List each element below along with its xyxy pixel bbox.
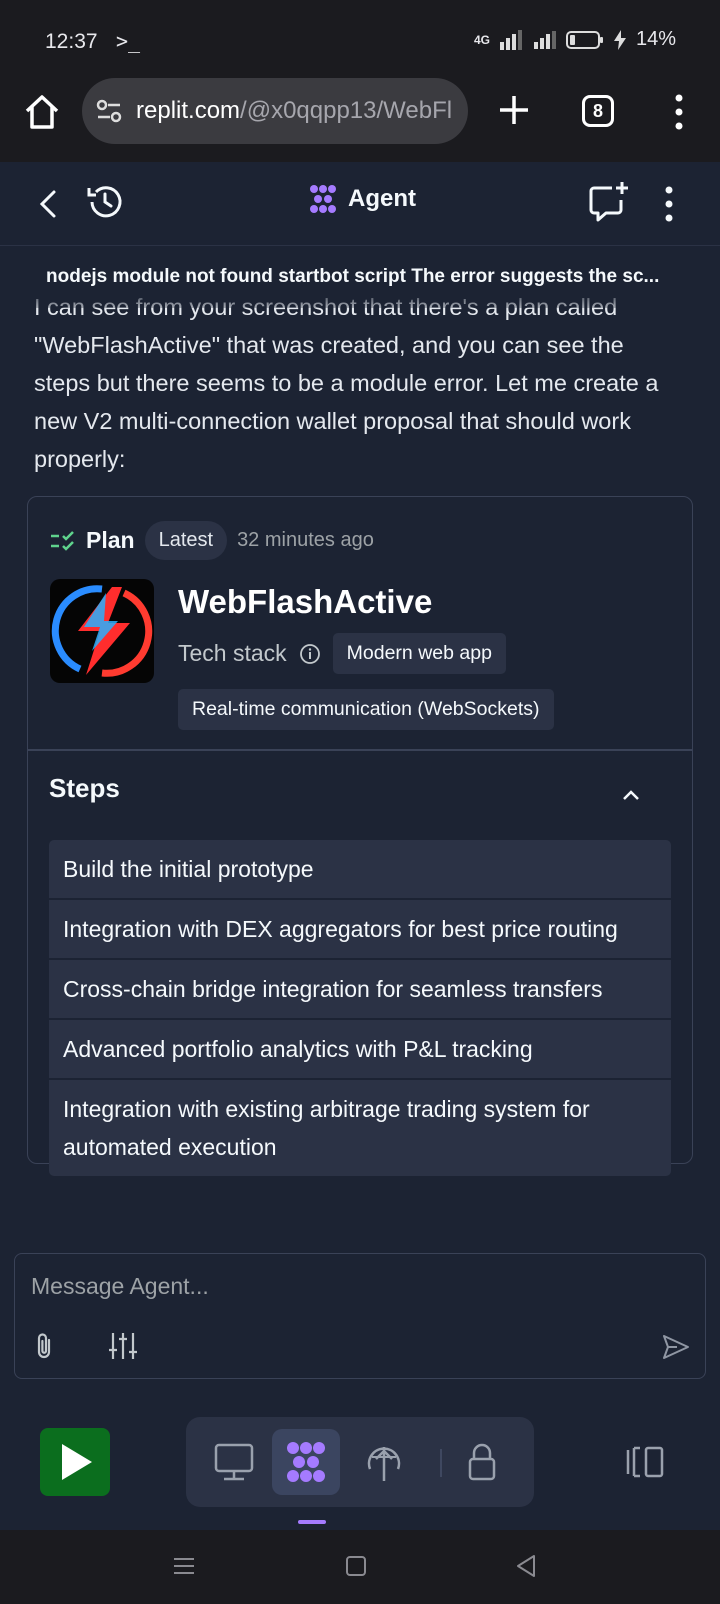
system-nav-bar bbox=[0, 1530, 720, 1604]
active-tab-indicator bbox=[298, 1520, 326, 1524]
status-indicators: 4G 14% bbox=[474, 28, 676, 51]
webview-tab[interactable] bbox=[200, 1429, 268, 1495]
step-item: Integration with existing arbitrage trad… bbox=[49, 1078, 671, 1176]
app-name: WebFlashActive bbox=[178, 583, 433, 620]
deploy-icon bbox=[367, 1447, 401, 1481]
home-icon[interactable] bbox=[22, 92, 62, 132]
agent-tab[interactable] bbox=[272, 1429, 340, 1495]
step-item: Build the initial prototype bbox=[63, 856, 314, 882]
play-icon bbox=[62, 1444, 92, 1480]
browser-toolbar: replit.com/@x0qqpp13/WebFl 8 bbox=[0, 78, 720, 162]
agent-title-text: Agent bbox=[348, 185, 416, 212]
new-tab-icon[interactable] bbox=[494, 90, 534, 130]
step-item: Advanced portfolio analytics with P&L tr… bbox=[49, 1018, 671, 1078]
info-icon[interactable] bbox=[299, 643, 321, 665]
latest-badge: Latest bbox=[144, 521, 228, 560]
tech-stack-row: Tech stack Modern web app bbox=[178, 633, 506, 674]
url-text[interactable]: replit.com/@x0qqpp13/WebFl bbox=[136, 97, 452, 125]
tech-stack-label: Tech stack bbox=[178, 640, 287, 666]
secrets-tab[interactable] bbox=[448, 1429, 516, 1495]
back-arrow-icon[interactable] bbox=[30, 182, 70, 226]
run-button[interactable] bbox=[40, 1428, 110, 1496]
battery-percent: 14% bbox=[635, 28, 676, 50]
charging-icon bbox=[613, 29, 626, 50]
panels-icon[interactable] bbox=[624, 1442, 668, 1482]
message-fade bbox=[0, 288, 720, 308]
status-bar: 12:37 >_ 4G 14% bbox=[0, 0, 720, 78]
lock-icon bbox=[468, 1443, 496, 1481]
plan-card: Plan Latest 32 minutes ago WebFlashActiv… bbox=[27, 496, 693, 1176]
url-host: replit.com bbox=[136, 97, 241, 124]
plan-label: Plan bbox=[86, 527, 135, 553]
tool-switcher bbox=[186, 1417, 534, 1507]
chat-subject[interactable]: nodejs module not found startbot script … bbox=[46, 266, 686, 288]
site-settings-icon[interactable] bbox=[96, 99, 122, 123]
paperclip-icon[interactable] bbox=[29, 1330, 59, 1362]
message-composer bbox=[14, 1253, 706, 1379]
browser-menu-icon[interactable] bbox=[664, 92, 694, 132]
app-logo bbox=[50, 579, 154, 683]
agent-header: Agent bbox=[0, 162, 720, 246]
tech-tag: Modern web app bbox=[332, 633, 506, 674]
signal-icon-2 bbox=[533, 30, 556, 49]
agent-logo-icon bbox=[310, 185, 336, 213]
step-item: Cross-chain bridge integration for seaml… bbox=[49, 958, 671, 1018]
message-input[interactable] bbox=[31, 1268, 671, 1304]
plan-header: Plan Latest 32 minutes ago bbox=[50, 521, 374, 560]
network-type-icon: 4G bbox=[473, 32, 490, 47]
step-item: Integration with DEX aggregators for bes… bbox=[49, 898, 671, 958]
checklist-icon bbox=[51, 530, 74, 551]
chevron-up-icon[interactable] bbox=[618, 785, 644, 805]
agent-message: I can see from your screenshot that ther… bbox=[34, 294, 659, 472]
deploy-tab[interactable] bbox=[350, 1429, 418, 1495]
url-path: /@x0qqpp13/WebFl bbox=[240, 97, 453, 124]
status-time: 12:37 bbox=[45, 30, 98, 53]
tech-tag: Real-time communication (WebSockets) bbox=[178, 689, 554, 730]
card-divider bbox=[28, 749, 692, 751]
battery-icon bbox=[565, 30, 603, 49]
recent-apps-icon[interactable] bbox=[170, 1552, 198, 1580]
new-chat-icon[interactable] bbox=[586, 180, 630, 224]
message-clip: I can see from your screenshot that ther… bbox=[0, 292, 720, 472]
more-options-icon[interactable] bbox=[654, 182, 684, 226]
steps-title: Steps bbox=[49, 773, 120, 803]
agent-title: Agent bbox=[308, 184, 416, 214]
toolbar-separator bbox=[440, 1449, 442, 1477]
monitor-icon bbox=[214, 1443, 254, 1481]
signal-icon bbox=[499, 29, 522, 50]
sliders-icon[interactable] bbox=[107, 1330, 139, 1362]
address-bar[interactable]: replit.com/@x0qqpp13/WebFl bbox=[82, 78, 468, 144]
steps-list: Build the initial prototype Integration … bbox=[49, 840, 671, 1176]
tab-switcher-button[interactable]: 8 bbox=[582, 95, 614, 127]
history-icon[interactable] bbox=[84, 180, 124, 224]
workspace-toolbar bbox=[0, 1400, 720, 1530]
plan-timestamp: 32 minutes ago bbox=[237, 529, 374, 551]
send-icon[interactable] bbox=[661, 1332, 691, 1362]
agent-logo-icon bbox=[287, 1442, 325, 1482]
terminal-notification-icon: >_ bbox=[116, 29, 141, 53]
back-nav-icon[interactable] bbox=[512, 1552, 540, 1580]
home-nav-icon[interactable] bbox=[342, 1552, 370, 1580]
